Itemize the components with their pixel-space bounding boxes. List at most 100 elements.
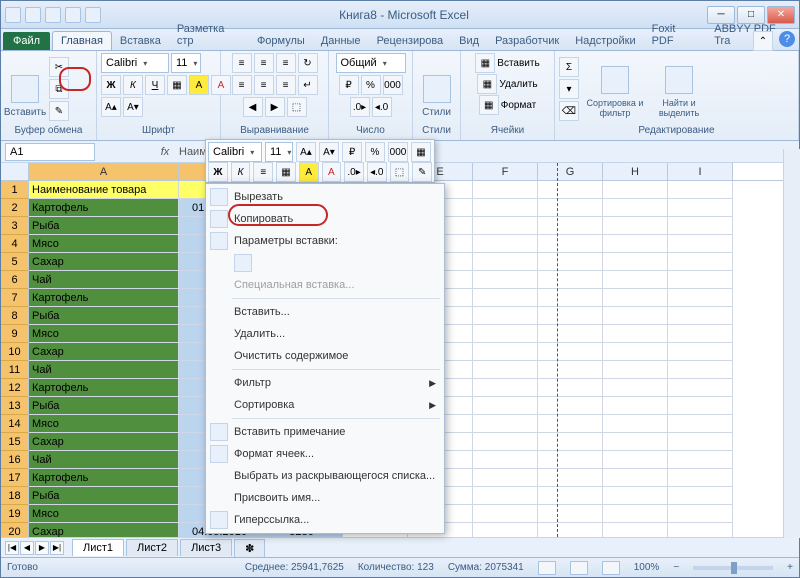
- cell[interactable]: [603, 433, 668, 451]
- cell[interactable]: [668, 505, 733, 523]
- cell[interactable]: [538, 343, 603, 361]
- cell[interactable]: [473, 199, 538, 217]
- cell[interactable]: [603, 397, 668, 415]
- cell[interactable]: [603, 469, 668, 487]
- redo-icon[interactable]: [65, 7, 81, 23]
- ctx-filter[interactable]: Фильтр▶: [206, 372, 444, 394]
- row-header[interactable]: 5: [1, 253, 29, 271]
- cell[interactable]: [473, 235, 538, 253]
- cell[interactable]: [473, 469, 538, 487]
- cell[interactable]: [538, 181, 603, 199]
- tab-insert[interactable]: Вставка: [112, 32, 169, 50]
- cell[interactable]: [538, 253, 603, 271]
- cell[interactable]: [538, 505, 603, 523]
- cell[interactable]: Картофель: [29, 469, 179, 487]
- cell[interactable]: [603, 181, 668, 199]
- row-header[interactable]: 19: [1, 505, 29, 523]
- ctx-insert[interactable]: Вставить...: [206, 301, 444, 323]
- decrease-font-icon[interactable]: A▾: [123, 97, 143, 117]
- copy-icon[interactable]: ⧉: [49, 79, 69, 99]
- wrap-text-icon[interactable]: ↵: [298, 75, 318, 95]
- mini-comma-icon[interactable]: 000: [388, 142, 408, 162]
- cell[interactable]: [473, 361, 538, 379]
- mini-merge-icon[interactable]: ⬚: [390, 162, 410, 182]
- autosum-icon[interactable]: Σ: [559, 57, 579, 77]
- cell[interactable]: [538, 271, 603, 289]
- ctx-paste-option-1[interactable]: [206, 252, 444, 274]
- cell[interactable]: [538, 325, 603, 343]
- cell[interactable]: Рыба: [29, 397, 179, 415]
- cut-icon[interactable]: ✂: [49, 57, 69, 77]
- cell[interactable]: Мясо: [29, 235, 179, 253]
- sort-filter-button[interactable]: Сортировка и фильтр: [585, 58, 645, 120]
- cell[interactable]: [668, 325, 733, 343]
- zoom-level[interactable]: 100%: [634, 562, 660, 573]
- cell[interactable]: [538, 217, 603, 235]
- row-header[interactable]: 11: [1, 361, 29, 379]
- cell[interactable]: Рыба: [29, 307, 179, 325]
- cell[interactable]: [473, 415, 538, 433]
- ctx-cut[interactable]: Вырезать: [206, 186, 444, 208]
- column-header-h[interactable]: H: [603, 163, 668, 180]
- view-pagebreak-icon[interactable]: [602, 561, 620, 575]
- cell[interactable]: [668, 253, 733, 271]
- cell[interactable]: [538, 397, 603, 415]
- mini-format-icon[interactable]: ▦: [411, 142, 431, 162]
- cell[interactable]: [603, 379, 668, 397]
- sheet-tab-3[interactable]: Лист3: [180, 539, 232, 556]
- cell[interactable]: [668, 235, 733, 253]
- percent-icon[interactable]: %: [361, 75, 381, 95]
- row-header[interactable]: 2: [1, 199, 29, 217]
- cell[interactable]: [668, 379, 733, 397]
- cell[interactable]: Картофель: [29, 199, 179, 217]
- cell[interactable]: [473, 343, 538, 361]
- cell[interactable]: [603, 451, 668, 469]
- cell[interactable]: [538, 469, 603, 487]
- cell[interactable]: [603, 523, 668, 537]
- cell[interactable]: [603, 289, 668, 307]
- mini-painter-icon[interactable]: ✎: [412, 162, 432, 182]
- ctx-format-cells[interactable]: Формат ячеек...: [206, 443, 444, 465]
- cell[interactable]: Мясо: [29, 415, 179, 433]
- cell[interactable]: [668, 199, 733, 217]
- increase-decimal-icon[interactable]: .0▸: [350, 97, 370, 117]
- cell[interactable]: [668, 271, 733, 289]
- bold-button[interactable]: Ж: [101, 75, 121, 95]
- fx-icon[interactable]: fx: [155, 146, 175, 158]
- ctx-insert-comment[interactable]: Вставить примечание: [206, 421, 444, 443]
- align-top-icon[interactable]: ≡: [232, 53, 252, 73]
- row-header[interactable]: 9: [1, 325, 29, 343]
- name-box[interactable]: A1: [5, 143, 95, 161]
- fill-color-button[interactable]: A: [189, 75, 209, 95]
- cell[interactable]: [473, 451, 538, 469]
- row-header[interactable]: 13: [1, 397, 29, 415]
- paste-button[interactable]: Вставить: [5, 58, 45, 120]
- view-normal-icon[interactable]: [538, 561, 556, 575]
- tab-file[interactable]: Файл: [3, 32, 50, 50]
- ctx-copy[interactable]: Копировать: [206, 208, 444, 230]
- cell[interactable]: [668, 487, 733, 505]
- minimize-ribbon-icon[interactable]: ⌃: [753, 31, 773, 51]
- mini-dec-decimal-icon[interactable]: ◂.0: [367, 162, 387, 182]
- cell[interactable]: Сахар: [29, 253, 179, 271]
- column-header-i[interactable]: I: [668, 163, 733, 180]
- cell[interactable]: [603, 487, 668, 505]
- currency-icon[interactable]: ₽: [339, 75, 359, 95]
- cell[interactable]: Чай: [29, 361, 179, 379]
- view-pagelayout-icon[interactable]: [570, 561, 588, 575]
- cell[interactable]: [473, 253, 538, 271]
- cell[interactable]: Сахар: [29, 523, 179, 537]
- new-sheet-button[interactable]: ✽: [234, 539, 265, 557]
- cell[interactable]: [538, 307, 603, 325]
- cell[interactable]: [473, 487, 538, 505]
- cell[interactable]: [668, 181, 733, 199]
- zoom-in-button[interactable]: +: [787, 562, 793, 573]
- cell[interactable]: [603, 235, 668, 253]
- format-painter-icon[interactable]: ✎: [49, 101, 69, 121]
- increase-indent-icon[interactable]: ▶: [265, 97, 285, 117]
- qat-customize-icon[interactable]: [85, 7, 101, 23]
- sheet-tab-1[interactable]: Лист1: [72, 539, 124, 556]
- number-format-combo[interactable]: Общий: [336, 53, 406, 73]
- decrease-decimal-icon[interactable]: ◂.0: [372, 97, 392, 117]
- cell[interactable]: Чай: [29, 271, 179, 289]
